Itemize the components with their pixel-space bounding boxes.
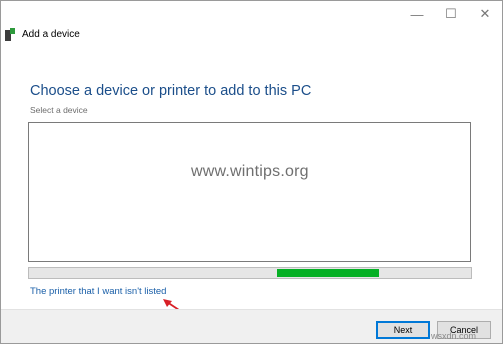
next-button[interactable]: Next — [376, 321, 430, 339]
wizard-header: Add a device — [5, 28, 80, 41]
add-device-window: — ☐ ✕ Add a device Choose a device or pr… — [0, 0, 503, 344]
minimize-button[interactable]: — — [400, 1, 434, 27]
site-watermark: www.wintips.org — [191, 163, 309, 180]
corner-watermark: wsxdn.com — [431, 331, 477, 341]
wizard-title: Add a device — [22, 29, 80, 40]
progress-fill — [277, 269, 379, 277]
select-device-label: Select a device — [30, 105, 88, 115]
page-heading: Choose a device or printer to add to thi… — [30, 83, 312, 99]
maximize-button[interactable]: ☐ — [434, 1, 468, 27]
title-bar-controls: — ☐ ✕ — [400, 1, 502, 27]
device-list[interactable] — [28, 122, 471, 262]
printer-not-listed-link[interactable]: The printer that I want isn't listed — [30, 286, 166, 297]
wizard-footer: Next Cancel — [1, 309, 502, 343]
device-icon — [5, 28, 15, 41]
search-progress-bar — [28, 267, 472, 279]
close-button[interactable]: ✕ — [468, 1, 502, 27]
